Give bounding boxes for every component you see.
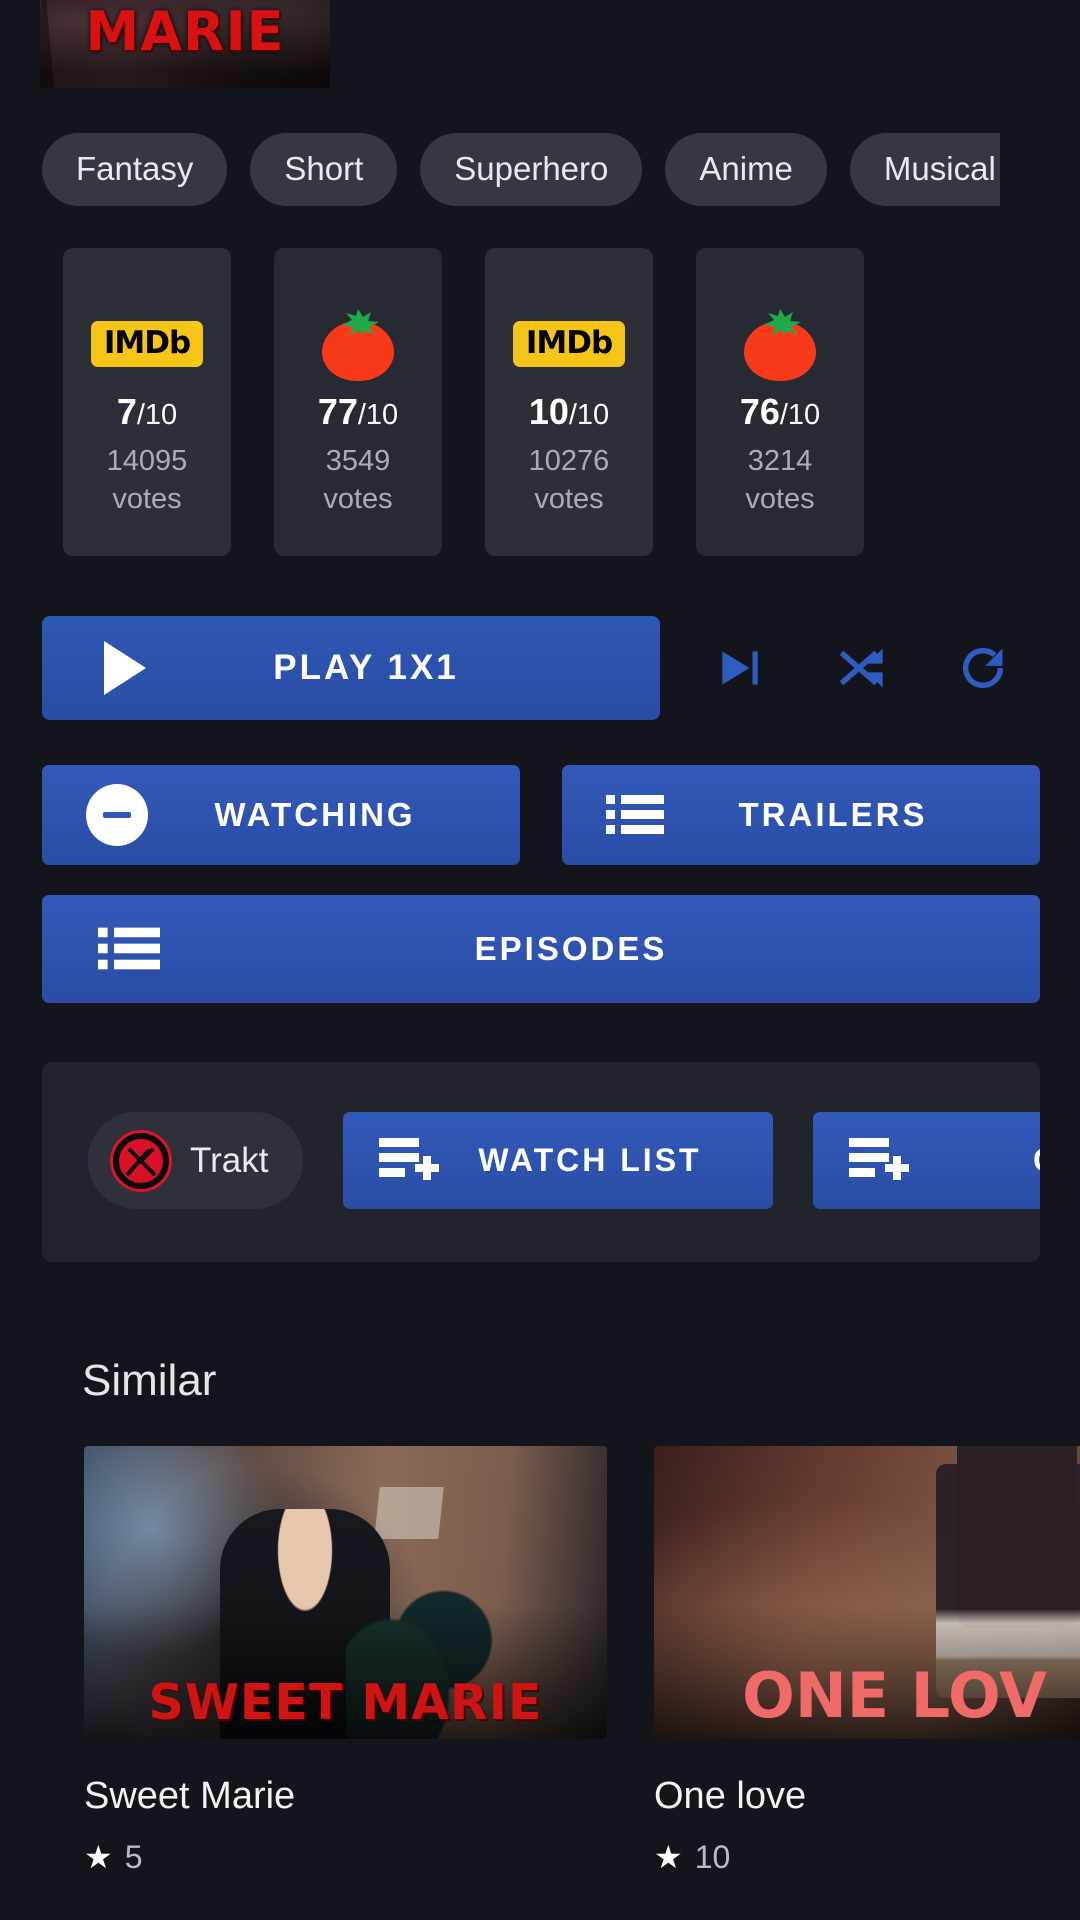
hero-poster[interactable]: MARIE xyxy=(40,0,330,88)
similar-section-heading: Similar xyxy=(82,1356,217,1405)
trailers-button[interactable]: TRAILERS xyxy=(562,765,1040,865)
minus-circle-icon xyxy=(86,784,148,846)
trakt-chip[interactable]: Trakt xyxy=(88,1112,303,1209)
rating-card-tomato-1[interactable]: 77/10 3549 votes xyxy=(274,248,442,556)
similar-rating-value: 10 xyxy=(694,1838,731,1875)
votes-word: votes xyxy=(323,482,393,515)
trakt-icon xyxy=(110,1129,172,1192)
tomato-glyph xyxy=(741,307,819,381)
imdb-badge-label: IMDb xyxy=(512,321,626,367)
tomato-leaf xyxy=(764,309,801,335)
rating-outof: /10 xyxy=(136,399,178,431)
similar-artwork-title: SWEET MARIE xyxy=(148,1674,543,1731)
poster-title-text: MARIE xyxy=(85,0,285,64)
rating-score: 77/10 xyxy=(318,394,398,430)
episodes-button-label: EPISODES xyxy=(474,930,668,967)
rating-outof: /10 xyxy=(568,399,610,431)
trakt-chip-label: Trakt xyxy=(190,1140,269,1180)
genre-chip-label: Anime xyxy=(699,150,793,187)
genre-chip-short[interactable]: Short xyxy=(250,132,398,206)
rotten-tomato-icon xyxy=(319,304,397,384)
genre-chip-fantasy[interactable]: Fantasy xyxy=(42,132,228,206)
genre-chip-musical[interactable]: Musical xyxy=(849,132,1000,206)
rating-card-imdb-1[interactable]: IMDb 7/10 14095 votes xyxy=(63,248,231,556)
rating-value: 7 xyxy=(116,391,137,432)
votes-count: 3549 xyxy=(325,445,391,477)
rotten-tomato-icon xyxy=(741,304,819,384)
votes-count: 14095 xyxy=(106,445,188,477)
imdb-badge-label: IMDb xyxy=(90,321,204,367)
rating-value: 10 xyxy=(528,391,569,432)
genre-chip-row[interactable]: Fantasy Short Superhero Anime Musical xyxy=(0,128,1080,210)
imdb-icon: IMDb xyxy=(512,304,626,384)
shuffle-icon[interactable] xyxy=(818,625,904,711)
watching-button-label: WATCHING xyxy=(214,796,416,833)
ratings-row[interactable]: IMDb 7/10 14095 votes 77/10 3549 votes IMD… xyxy=(0,248,1080,568)
rating-votes: 10276 votes xyxy=(529,443,610,518)
star-icon: ★ xyxy=(84,1839,113,1875)
votes-word: votes xyxy=(745,482,815,515)
votes-count: 10276 xyxy=(528,445,610,477)
rating-outof: /10 xyxy=(357,399,399,431)
similar-thumbnail[interactable]: ONE LOV xyxy=(654,1446,1080,1739)
list-plus-icon xyxy=(379,1137,439,1180)
episodes-row: EPISODES xyxy=(42,895,1040,1003)
secondary-action-row: WATCHING TRAILERS xyxy=(42,765,1040,865)
collection-button[interactable]: CO xyxy=(813,1112,1040,1209)
rating-score: 7/10 xyxy=(117,394,177,430)
rating-votes: 3549 votes xyxy=(323,443,392,518)
similar-card-rating: ★ 5 xyxy=(84,1838,607,1876)
similar-card-one-love[interactable]: ONE LOV One love ★ 10 xyxy=(654,1446,1080,1876)
similar-card-sweet-marie[interactable]: SWEET MARIE Sweet Marie ★ 5 xyxy=(84,1446,607,1876)
similar-card-rating: ★ 10 xyxy=(654,1838,1080,1876)
rating-card-tomato-2[interactable]: 76/10 3214 votes xyxy=(696,248,864,556)
play-icon xyxy=(104,641,146,695)
trakt-panel: Trakt WATCH LIST xyxy=(42,1062,1040,1262)
similar-thumbnail[interactable]: SWEET MARIE xyxy=(84,1446,607,1739)
play-button[interactable]: PLAY 1X1 xyxy=(42,616,660,720)
list-plus-icon xyxy=(849,1137,909,1180)
trakt-button-row: Trakt WATCH LIST xyxy=(88,1112,1040,1209)
rating-score: 10/10 xyxy=(529,394,609,430)
tomato-glyph xyxy=(319,307,397,381)
genre-chip-label: Short xyxy=(284,150,364,187)
similar-row[interactable]: SWEET MARIE Sweet Marie ★ 5 ONE LOV One … xyxy=(0,1446,1080,1876)
collection-button-label: CO xyxy=(911,1142,1040,1179)
refresh-icon[interactable] xyxy=(940,625,1026,711)
similar-rating-value: 5 xyxy=(124,1838,143,1875)
rating-outof: /10 xyxy=(779,399,821,431)
genre-chip-label: Superhero xyxy=(454,150,609,187)
rating-value: 77 xyxy=(317,391,358,432)
app-screen: MARIE Fantasy Short Superhero Anime Musi… xyxy=(0,0,1080,1920)
genre-chip-label: Musical xyxy=(883,150,996,187)
watching-button[interactable]: WATCHING xyxy=(42,765,520,865)
rating-score: 76/10 xyxy=(740,394,820,430)
votes-word: votes xyxy=(534,482,604,515)
watch-list-button[interactable]: WATCH LIST xyxy=(343,1112,773,1209)
tomato-leaf xyxy=(342,309,379,335)
genre-chip-anime[interactable]: Anime xyxy=(665,132,827,206)
similar-card-title: One love xyxy=(654,1775,807,1817)
votes-word: votes xyxy=(112,482,182,515)
episodes-button[interactable]: EPISODES xyxy=(42,895,1040,1003)
similar-artwork-title: ONE LOV xyxy=(742,1659,1048,1732)
rating-votes: 3214 votes xyxy=(745,443,814,518)
votes-count: 3214 xyxy=(747,445,813,477)
list-icon xyxy=(606,795,664,834)
play-button-label: PLAY 1X1 xyxy=(273,648,459,687)
rating-value: 76 xyxy=(739,391,780,432)
rating-votes: 14095 votes xyxy=(107,443,188,518)
genre-chip-label: Fantasy xyxy=(76,150,194,187)
star-icon: ★ xyxy=(654,1839,683,1875)
playback-row: PLAY 1X1 xyxy=(42,615,1042,721)
list-icon xyxy=(98,927,160,970)
watch-list-button-label: WATCH LIST xyxy=(478,1142,702,1178)
play-next-icon[interactable] xyxy=(696,625,782,711)
trailers-button-label: TRAILERS xyxy=(738,796,928,833)
rating-card-imdb-2[interactable]: IMDb 10/10 10276 votes xyxy=(485,248,653,556)
similar-card-title: Sweet Marie xyxy=(84,1775,296,1817)
genre-chip-superhero[interactable]: Superhero xyxy=(420,132,643,206)
imdb-icon: IMDb xyxy=(90,304,204,384)
